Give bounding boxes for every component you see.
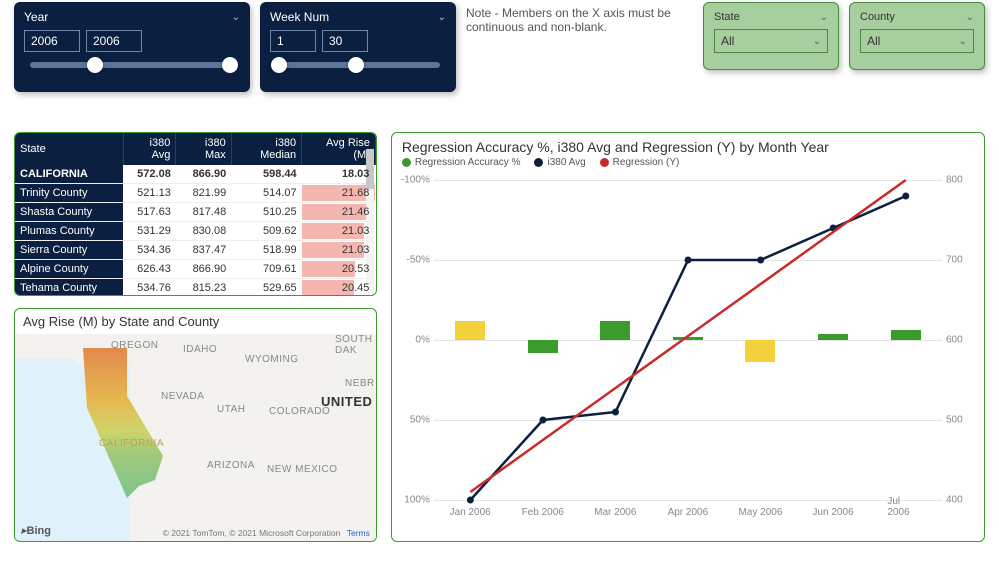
summary-table[interactable]: State i380 Avg i380 Max i380 Median Avg … [15,133,376,296]
table-header-row: State i380 Avg i380 Max i380 Median Avg … [15,133,375,165]
map-title: Avg Rise (M) by State and County [15,309,376,334]
state-dropdown[interactable]: All ⌄ [714,29,828,53]
week-slider-thumb-right[interactable] [348,57,364,73]
chevron-down-icon[interactable]: ⌄ [820,12,828,23]
col-rise[interactable]: Avg Rise (M) [302,133,376,165]
legend-dot-accuracy [402,158,411,167]
map-region-label: SOUTH DAK [335,334,376,356]
map-region-label: CALIFORNIA [99,438,164,449]
year-slicer-title: Year [24,10,48,24]
y1-tick-label: 50% [398,415,430,426]
county-slicer-title: County [860,11,895,23]
regression-chart-panel: Regression Accuracy %, i380 Avg and Regr… [391,132,985,542]
y2-tick-label: 400 [946,495,978,506]
x-tick-label: Apr 2006 [668,507,709,518]
chevron-down-icon: ⌄ [959,36,967,47]
state-slicer-title: State [714,11,740,23]
y2-tick-label: 600 [946,335,978,346]
table-row[interactable]: CALIFORNIA572.08866.90598.4418.03 [15,165,375,184]
chevron-down-icon[interactable]: ⌄ [966,12,974,23]
week-slider-thumb-left[interactable] [271,57,287,73]
year-from-input[interactable]: 2006 [24,30,80,52]
map-region-label: UTAH [217,404,245,415]
county-dropdown[interactable]: All ⌄ [860,29,974,53]
chart-legend: Regression Accuracy % i380 Avg Regressio… [392,157,984,172]
chevron-down-icon: ⌄ [813,36,821,47]
legend-dot-reg [600,158,609,167]
bing-logo: ▸Bing [21,524,51,537]
col-median[interactable]: i380 Median [231,133,301,165]
col-state[interactable]: State [15,133,123,165]
legend-label-avg: i380 Avg [547,157,585,168]
table-row[interactable]: Trinity County521.13821.99514.0721.68 [15,184,375,203]
chart-area[interactable]: 100% 50% 0% -50% -100% 800 700 600 500 400 Jan 200… [392,172,984,524]
y2-tick-label: 800 [946,175,978,186]
map-region-label: OREGON [111,340,158,351]
year-slicer[interactable]: Year ⌄ 2006 2006 [14,2,250,92]
map-attribution: © 2021 TomTom, © 2021 Microsoft Corporat… [163,528,370,538]
x-tick-label: Jun 2006 [812,507,853,518]
legend-label-accuracy: Regression Accuracy % [415,157,521,168]
county-slicer[interactable]: County ⌄ All ⌄ [849,2,985,70]
map-canvas[interactable]: OREGON IDAHO WYOMING SOUTH DAK NEVADA UT… [15,334,376,541]
col-avg[interactable]: i380 Avg [123,133,176,165]
map-region-label: NEVADA [161,391,204,402]
y1-tick-label: -100% [398,175,430,186]
map-country-label: UNITED [321,394,372,409]
axis-note: Note - Members on the X axis must be con… [466,2,676,34]
table-row[interactable]: Plumas County531.29830.08509.6221.03 [15,222,375,241]
year-slider[interactable] [30,62,234,68]
chart-title: Regression Accuracy %, i380 Avg and Regr… [392,133,984,157]
week-slicer[interactable]: Week Num ⌄ 1 30 [260,2,456,92]
map-panel: Avg Rise (M) by State and County OREGON … [14,308,377,542]
map-region-label: NEBR [345,378,375,389]
map-region-label: NEW MEXICO [267,464,338,475]
week-slider[interactable] [276,62,440,68]
chevron-down-icon[interactable]: ⌄ [232,12,240,23]
y2-tick-label: 500 [946,415,978,426]
chevron-down-icon[interactable]: ⌄ [438,12,446,23]
legend-dot-avg [534,158,543,167]
week-from-input[interactable]: 1 [270,30,316,52]
x-tick-label: May 2006 [738,507,782,518]
chart-lines [434,180,942,500]
table-row[interactable]: Shasta County517.63817.48510.2521.46 [15,203,375,222]
y2-tick-label: 700 [946,255,978,266]
col-max[interactable]: i380 Max [176,133,231,165]
week-slicer-title: Week Num [270,10,329,24]
year-slider-thumb-right[interactable] [222,57,238,73]
map-terms-link[interactable]: Terms [347,528,370,538]
map-region-label: WYOMING [245,354,299,365]
x-tick-label: Feb 2006 [522,507,564,518]
year-to-input[interactable]: 2006 [86,30,142,52]
y1-tick-label: 0% [398,335,430,346]
summary-table-panel: State i380 Avg i380 Max i380 Median Avg … [14,132,377,296]
y1-tick-label: 100% [398,495,430,506]
state-dropdown-value: All [721,34,734,48]
map-region-label: ARIZONA [207,460,255,471]
x-tick-label: Mar 2006 [594,507,636,518]
table-row[interactable]: Sierra County534.36837.47518.9921.03 [15,241,375,260]
legend-label-reg: Regression (Y) [613,157,680,168]
county-dropdown-value: All [867,34,880,48]
map-region-label: IDAHO [183,344,217,355]
x-tick-label: Jan 2006 [450,507,491,518]
year-slider-thumb-left[interactable] [87,57,103,73]
y1-tick-label: -50% [398,255,430,266]
table-row[interactable]: Alpine County626.43866.90709.6120.53 [15,260,375,279]
table-row[interactable]: Tehama County534.76815.23529.6520.45 [15,279,375,297]
week-to-input[interactable]: 30 [322,30,368,52]
state-slicer[interactable]: State ⌄ All ⌄ [703,2,839,70]
